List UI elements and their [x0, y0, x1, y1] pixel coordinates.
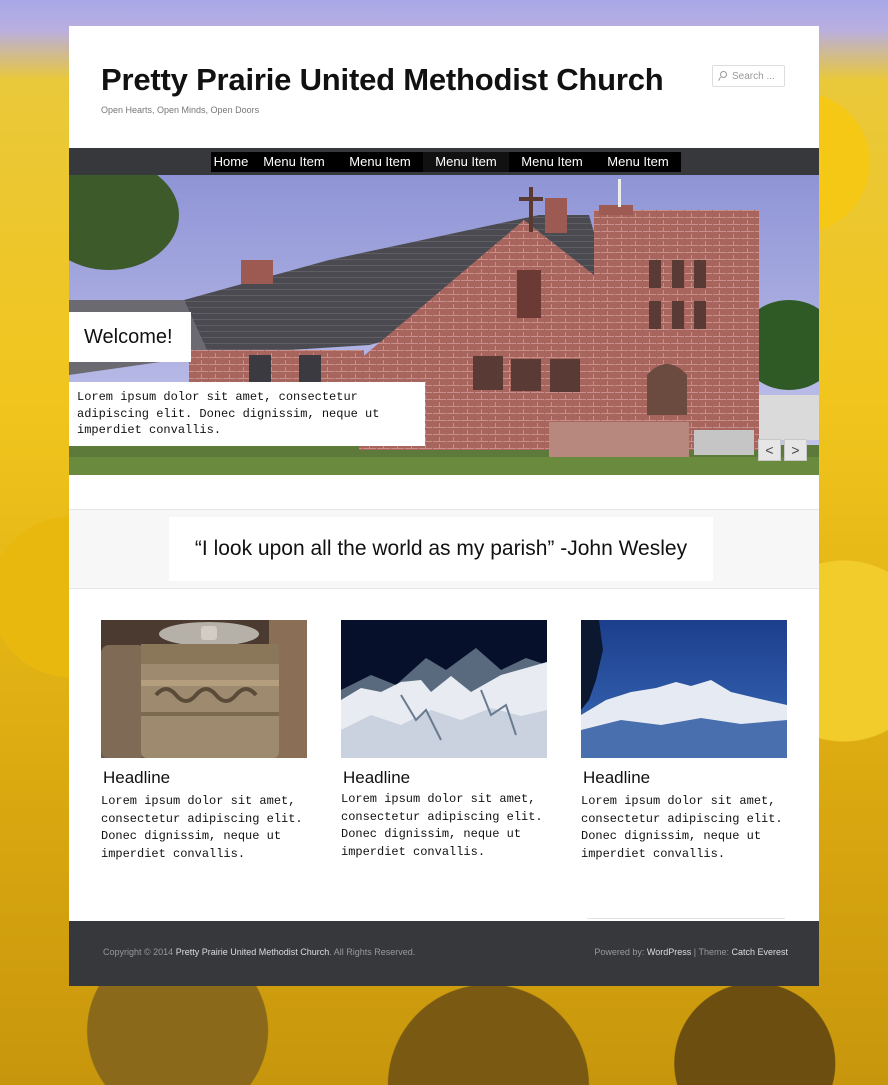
search-input[interactable]: [732, 70, 784, 82]
feature-column-3: Headline Lorem ipsum dolor sit amet, con…: [581, 620, 787, 861]
column-1-headline[interactable]: Headline: [103, 768, 170, 788]
feature-column-1: Headline Lorem ipsum dolor sit amet, con…: [101, 620, 307, 861]
powered-prefix: Powered by:: [594, 947, 645, 957]
site-title[interactable]: Pretty Prairie United Methodist Church: [101, 62, 664, 98]
search-box[interactable]: [712, 65, 785, 87]
nav-item-menu-5[interactable]: Menu Item: [595, 152, 681, 172]
wordpress-link[interactable]: WordPress: [647, 947, 691, 957]
wesley-quote: “I look upon all the world as my parish”…: [169, 517, 713, 581]
search-icon: [718, 71, 727, 81]
nav-item-menu-2[interactable]: Menu Item: [337, 152, 423, 172]
quote-band: “I look upon all the world as my parish”…: [69, 509, 819, 589]
nav-item-home[interactable]: Home: [211, 152, 251, 172]
column-3-headline[interactable]: Headline: [583, 768, 650, 788]
theme-link[interactable]: Catch Everest: [731, 947, 788, 957]
main-navigation: Home Menu Item Menu Item Menu Item Menu …: [69, 148, 819, 175]
nav-item-menu-4[interactable]: Menu Item: [509, 152, 595, 172]
site-footer: Copyright © 2014 Pretty Prairie United M…: [69, 921, 819, 986]
site-tagline: Open Hearts, Open Minds, Open Doors: [101, 105, 260, 115]
column-1-text: Lorem ipsum dolor sit amet, consectetur …: [101, 794, 303, 861]
nav-item-menu-1[interactable]: Menu Item: [251, 152, 337, 172]
copyright-prefix: Copyright © 2014: [103, 947, 174, 957]
copyright-suffix: . All Rights Reserved.: [329, 947, 416, 957]
featured-slider: Welcome! Lorem ipsum dolor sit amet, con…: [69, 175, 819, 475]
slide-welcome-title: Welcome!: [69, 312, 191, 362]
footer-copyright: Copyright © 2014 Pretty Prairie United M…: [103, 947, 415, 957]
column-2-headline[interactable]: Headline: [343, 768, 410, 788]
snowy-mountains-image[interactable]: [341, 620, 547, 758]
feature-column-2: Headline Lorem ipsum dolor sit amet, con…: [341, 620, 547, 859]
nav-menu: Home Menu Item Menu Item Menu Item Menu …: [211, 152, 681, 172]
theme-prefix: | Theme:: [693, 947, 729, 957]
slide-caption: Lorem ipsum dolor sit amet, consectetur …: [69, 382, 425, 446]
nav-item-menu-3[interactable]: Menu Item: [423, 152, 509, 172]
slider-next-button[interactable]: >: [784, 439, 807, 461]
mountain-range-image[interactable]: [581, 620, 787, 758]
column-3-text: Lorem ipsum dolor sit amet, consectetur …: [581, 794, 783, 861]
footer-divider: [587, 918, 785, 919]
footer-credits: Powered by: WordPress | Theme: Catch Eve…: [594, 947, 788, 957]
prayer-wheels-image[interactable]: [101, 620, 307, 758]
column-2-text: Lorem ipsum dolor sit amet, consectetur …: [341, 792, 543, 859]
copyright-site-link[interactable]: Pretty Prairie United Methodist Church: [176, 947, 330, 957]
slider-prev-button[interactable]: <: [758, 439, 781, 461]
page-container: Pretty Prairie United Methodist Church O…: [69, 26, 819, 986]
